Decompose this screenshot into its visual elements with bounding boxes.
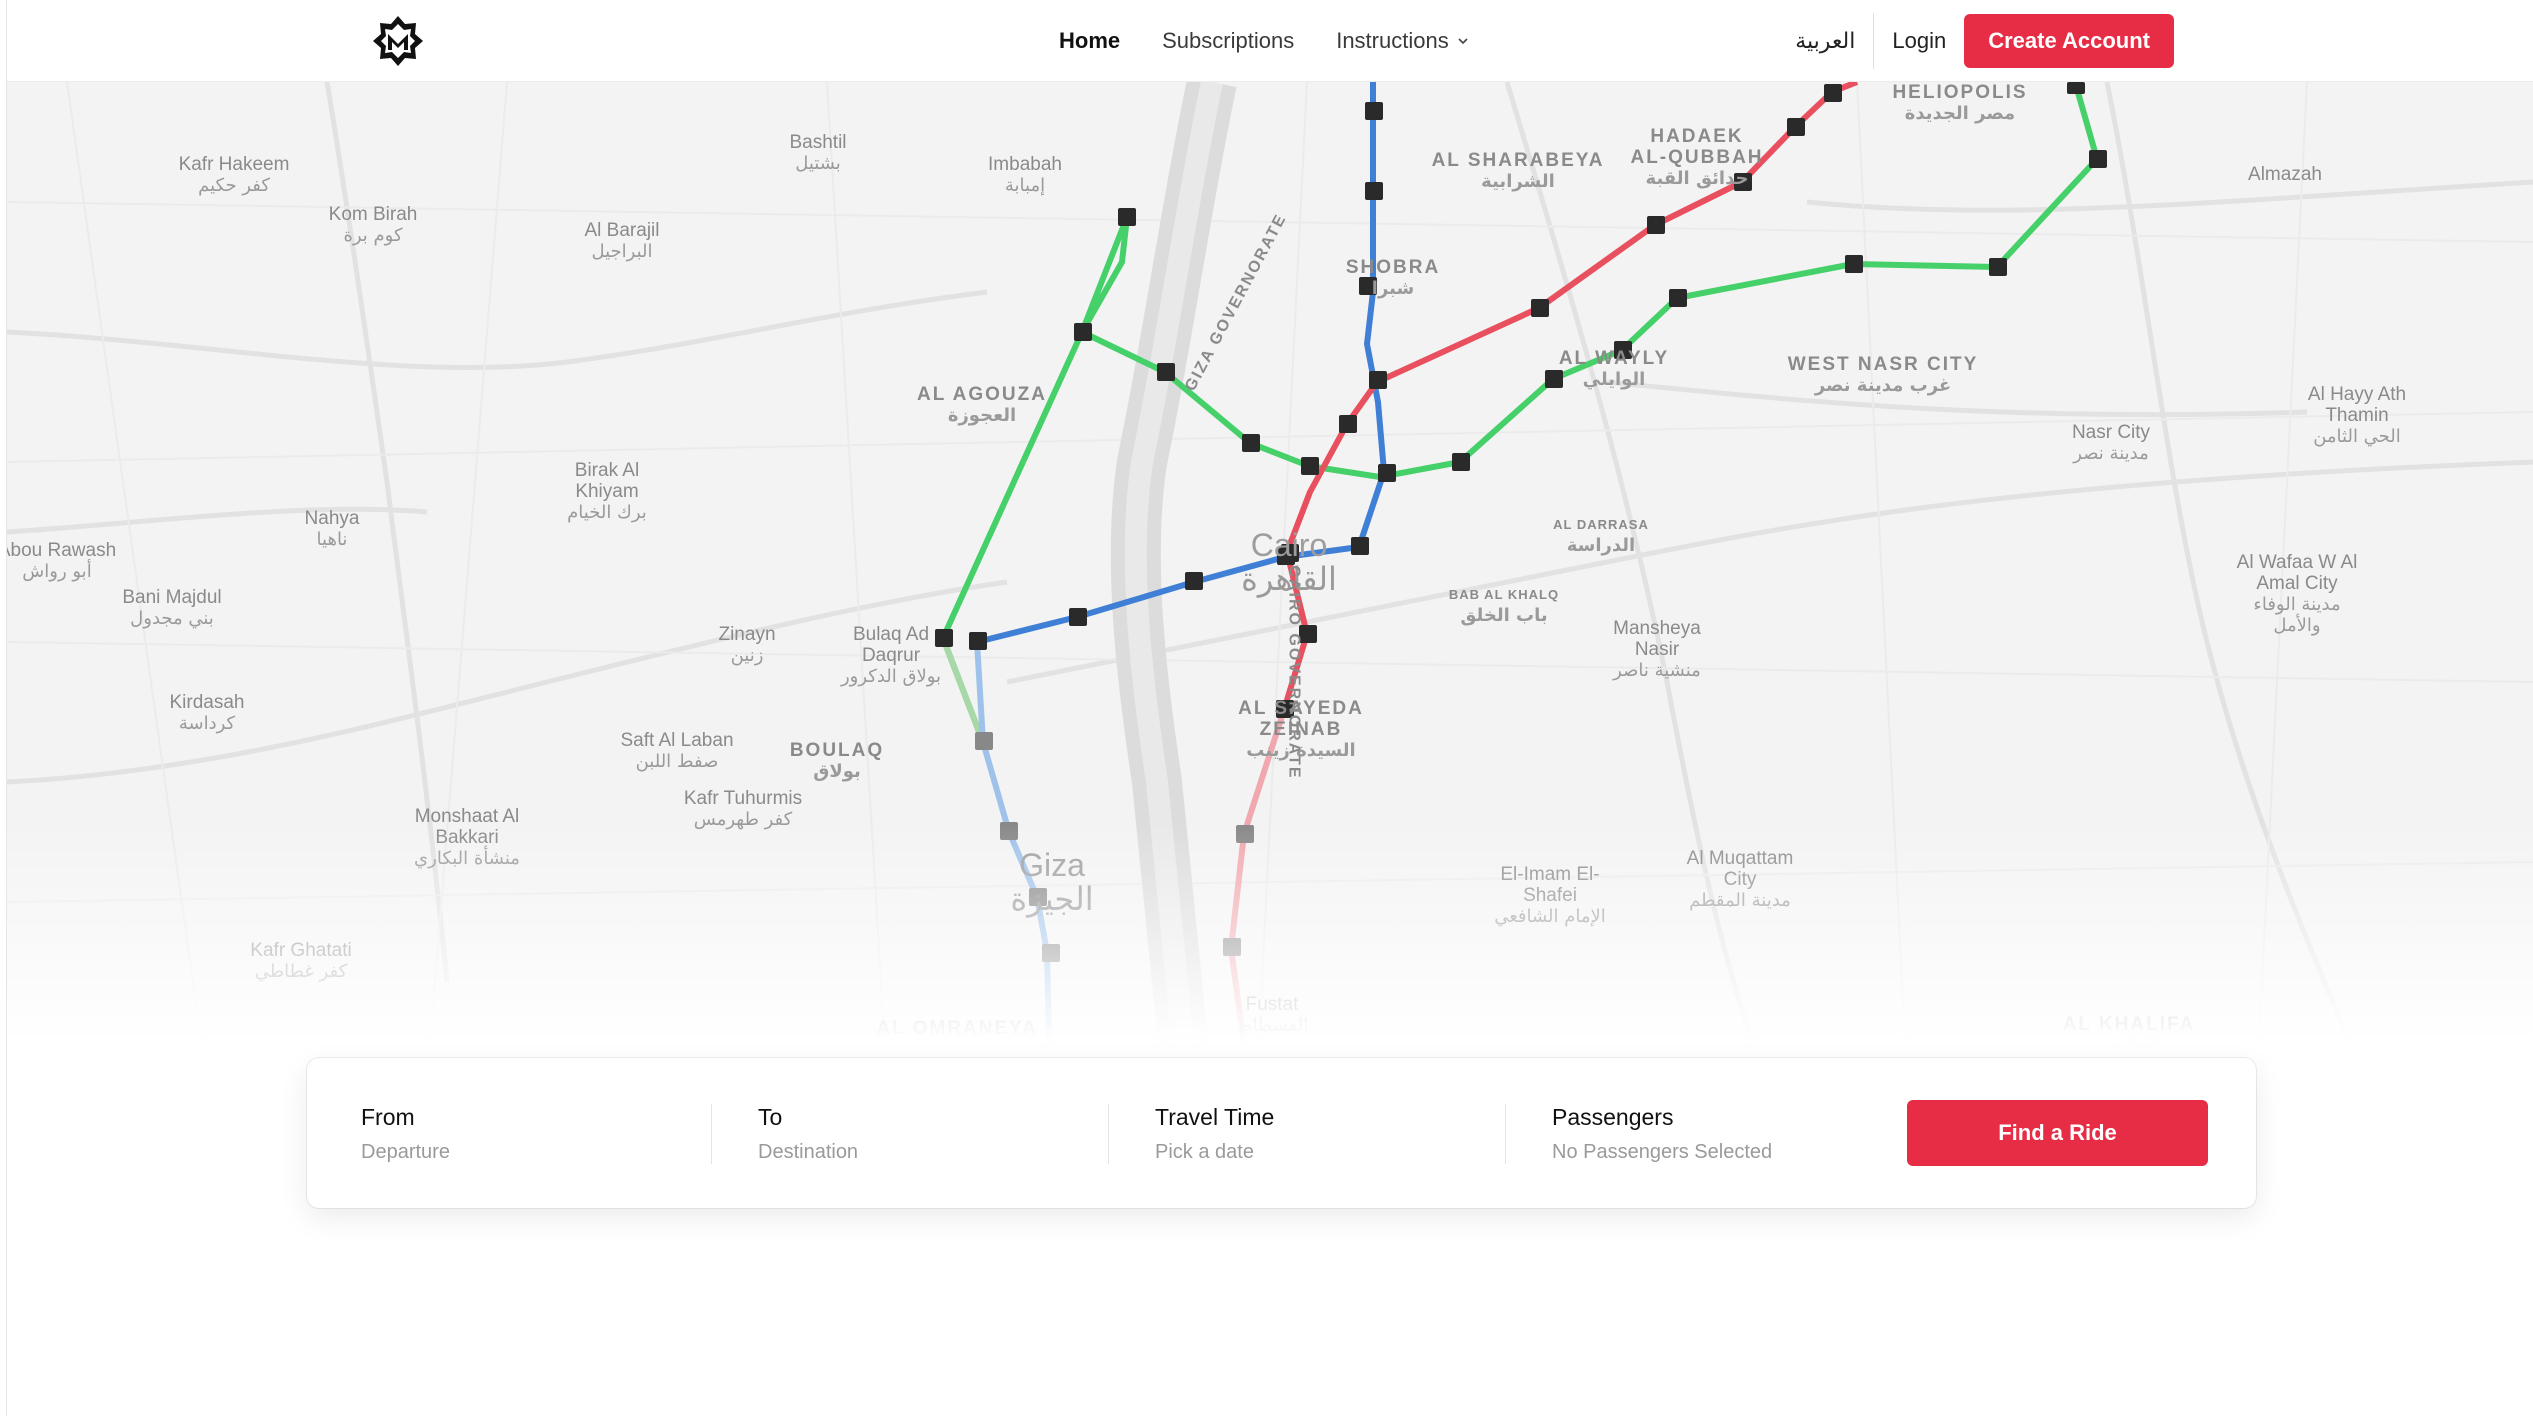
map-label: Kom Birah كوم برة: [328, 204, 418, 246]
map-label: Al Muqattam City مدينة المقطم: [1686, 848, 1794, 911]
map-label: Almazah: [2248, 164, 2322, 185]
map-label: Kafr Tuhurmis كفر طهرمس: [683, 788, 803, 830]
map-label: Bani Majdul بني مجدول: [122, 587, 222, 629]
field-divider: [711, 1104, 712, 1164]
map-label: Fustat الفسطاط: [1235, 994, 1309, 1036]
to-field[interactable]: To Destination: [758, 1104, 858, 1164]
map-label: Al Wafaa W Al Amal City مدينة الوفاء والأ…: [2236, 552, 2358, 636]
map-label: BOULAQ بولاق: [789, 740, 885, 782]
main-nav: Home Subscriptions Instructions: [1059, 0, 1511, 82]
passengers-value: No Passengers Selected: [1552, 1141, 1773, 1163]
find-ride-button[interactable]: Find a Ride: [1907, 1100, 2208, 1166]
page: Home Subscriptions Instructions العربية …: [6, 0, 2533, 1416]
map-label: HELIOPOLIS مصر الجديدة: [1892, 82, 2028, 124]
map-label: Birak Al Khiyam برك الخيام: [567, 460, 647, 523]
language-switch[interactable]: العربية: [1795, 29, 1873, 54]
map-label: AL DARRASA الدراسة: [1553, 517, 1649, 556]
map-label: Saft Al Laban صفط اللبن: [620, 730, 734, 772]
from-field[interactable]: From Departure: [361, 1104, 450, 1164]
from-value: Departure: [361, 1141, 450, 1163]
map-label: Kafr Hakeem كفر حكيم: [178, 154, 290, 196]
field-divider: [1505, 1104, 1506, 1164]
map-label: El-Imam El-Shafei الإمام الشافعي: [1494, 864, 1606, 927]
map-label: Imbabah إمبابة: [988, 154, 1062, 196]
nav-instructions-label: Instructions: [1336, 28, 1449, 53]
map-label: Kafr Ghatati كفر غطاطي: [250, 940, 352, 982]
passengers-label: Passengers: [1552, 1104, 1674, 1130]
map-label: AL OMRANEYA: [876, 1018, 1038, 1039]
map-label: Nasr City مدينة نصر: [2071, 422, 2151, 464]
map-label: AL KHALIFA الخليفة: [2062, 1014, 2196, 1056]
metro-map[interactable]: Kafr Hakeem كفر حكيم Kom Birah كوم برة Bas…: [7, 82, 2533, 1082]
map-label: Al Barajil البراجيل: [584, 220, 660, 262]
map-label: AL-QUBBAH حدائق القبة: [1630, 147, 1764, 189]
map-label: AL SHARABEYA الشرابية: [1431, 150, 1605, 192]
map-label: HADAEK: [1650, 126, 1744, 147]
to-label: To: [758, 1104, 783, 1130]
map-label: Al Hayy Ath Thamin الحي الثامن: [2307, 384, 2407, 447]
travel-time-label: Travel Time: [1155, 1104, 1275, 1130]
map-label: Abou Rawash أبو رواش: [7, 540, 117, 582]
to-value: Destination: [758, 1141, 859, 1163]
map-label: Mansheya Nasir منشية ناصر: [1613, 618, 1701, 681]
map-label: Bulaq Ad Daqrur بولاق الدكرور: [840, 624, 942, 687]
nav-divider: [1873, 13, 1875, 69]
top-navbar: Home Subscriptions Instructions العربية …: [7, 0, 2533, 82]
map-label: Bashtil بشتيل: [789, 132, 847, 174]
map-label: CAIRO GOVERNORATE: [1285, 565, 1303, 780]
map-label: Nahya ناهيا: [304, 508, 360, 550]
nav-instructions-dropdown[interactable]: Instructions: [1336, 28, 1469, 54]
map-label: Zinayn زنين: [718, 624, 776, 666]
login-link[interactable]: Login: [1892, 28, 1946, 54]
map-label: Kirdasah كرداسة: [169, 692, 245, 734]
nav-actions: العربية Login Create Account: [1795, 0, 2174, 82]
nav-home-link[interactable]: Home: [1059, 28, 1120, 54]
ride-search-card: From Departure To Destination Travel Tim…: [307, 1058, 2256, 1208]
from-label: From: [361, 1104, 415, 1130]
map-label: SHOBRA شبرا: [1345, 257, 1441, 299]
metro-logo-icon[interactable]: [371, 14, 425, 68]
map-label: BAB AL KHALQ باب الخلق: [1448, 587, 1560, 626]
map-city-label: Giza الجيزة: [1010, 847, 1094, 918]
chevron-down-icon: [1458, 38, 1468, 45]
nav-subscriptions-link[interactable]: Subscriptions: [1162, 28, 1294, 54]
map-label: Monshaat Al Bakkari منشأة البكاري: [414, 806, 520, 869]
field-divider: [1108, 1104, 1109, 1164]
map-label: AL WAYLY الوايلي: [1558, 348, 1670, 390]
create-account-button[interactable]: Create Account: [1964, 14, 2174, 68]
passengers-field[interactable]: Passengers No Passengers Selected: [1552, 1104, 1772, 1164]
travel-time-field[interactable]: Travel Time Pick a date: [1155, 1104, 1274, 1164]
travel-time-value: Pick a date: [1155, 1141, 1254, 1163]
map-label: WEST NASR CITY غرب مدينة نصر: [1787, 354, 1979, 396]
map-label: AL AGOUZA العجوزة: [917, 384, 1047, 426]
